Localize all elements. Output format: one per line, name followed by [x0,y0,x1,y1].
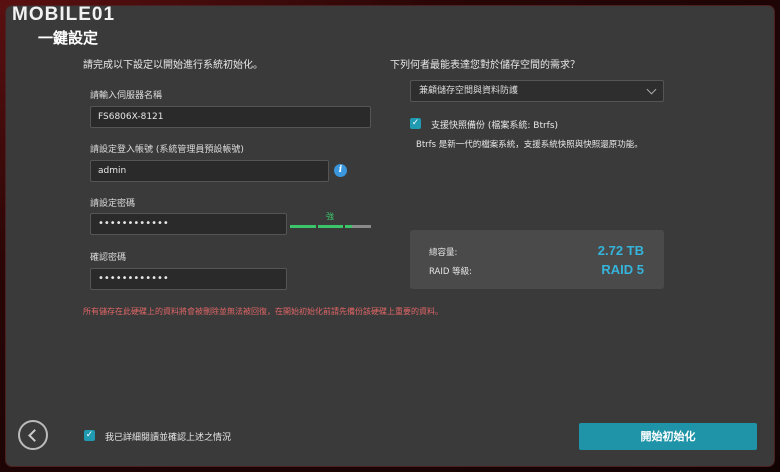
storage-need-select[interactable]: 兼顧儲存空間與資料防護 [410,80,664,102]
agree-checkbox[interactable]: ✓ [84,430,95,441]
start-initialization-button[interactable]: 開始初始化 [579,423,757,450]
warning-text: 所有儲存在此硬碟上的資料將會被刪除並無法被回復，在開始初始化前請先備份該硬碟上重… [83,307,443,316]
storage-summary: 總容量: 2.72 TB RAID 等級: RAID 5 [410,230,664,289]
snapshot-checkbox[interactable]: ✓ [410,118,421,129]
right-lead-text: 下列何者最能表達您對於儲存空間的需求？ [390,60,580,71]
server-name-input[interactable]: FS6806X-8121 [90,106,371,128]
arrow-left-icon [28,429,41,442]
storage-need-value: 兼顧儲存空間與資料防護 [419,86,519,96]
checkmark-icon: ✓ [411,118,420,128]
password-label: 請設定密碼 [90,199,136,209]
strength-segment-4 [352,225,371,228]
chevron-down-icon [646,84,657,95]
strength-segment-1 [290,225,316,228]
server-name-label: 請輸入伺服器名稱 [90,91,163,101]
capacity-value: 2.72 TB [597,243,644,258]
password-strength-label: 強 [326,212,334,221]
strength-segment-2 [318,225,343,228]
strength-segment-3 [345,225,352,228]
page-title: 一鍵設定 [38,29,99,47]
confirm-password-label: 確認密碼 [90,253,127,263]
confirm-password-input[interactable]: •••••••••••• [90,268,287,290]
checkmark-icon: ✓ [85,430,94,440]
agree-label: 我已詳細閱讀並確認上述之情況 [105,433,232,443]
login-account-input[interactable]: admin [90,160,329,182]
password-input[interactable]: •••••••••••• [90,213,287,235]
btrfs-description: Btrfs 是新一代的檔案系統，支援系統快照與快照還原功能。 [416,140,643,150]
raid-label: RAID 等級: [429,267,472,277]
left-lead-text: 請完成以下設定以開始進行系統初始化。 [83,60,263,71]
capacity-label: 總容量: [429,248,458,258]
back-button[interactable] [18,420,48,450]
login-account-label: 請設定登入帳號 (系統管理員預設帳號) [90,145,244,155]
snapshot-label: 支援快照備份 (檔案系統: Btrfs) [431,121,559,131]
raid-value: RAID 5 [601,262,644,277]
info-icon[interactable]: i [334,164,347,177]
watermark: MOBILE01 [12,4,116,25]
